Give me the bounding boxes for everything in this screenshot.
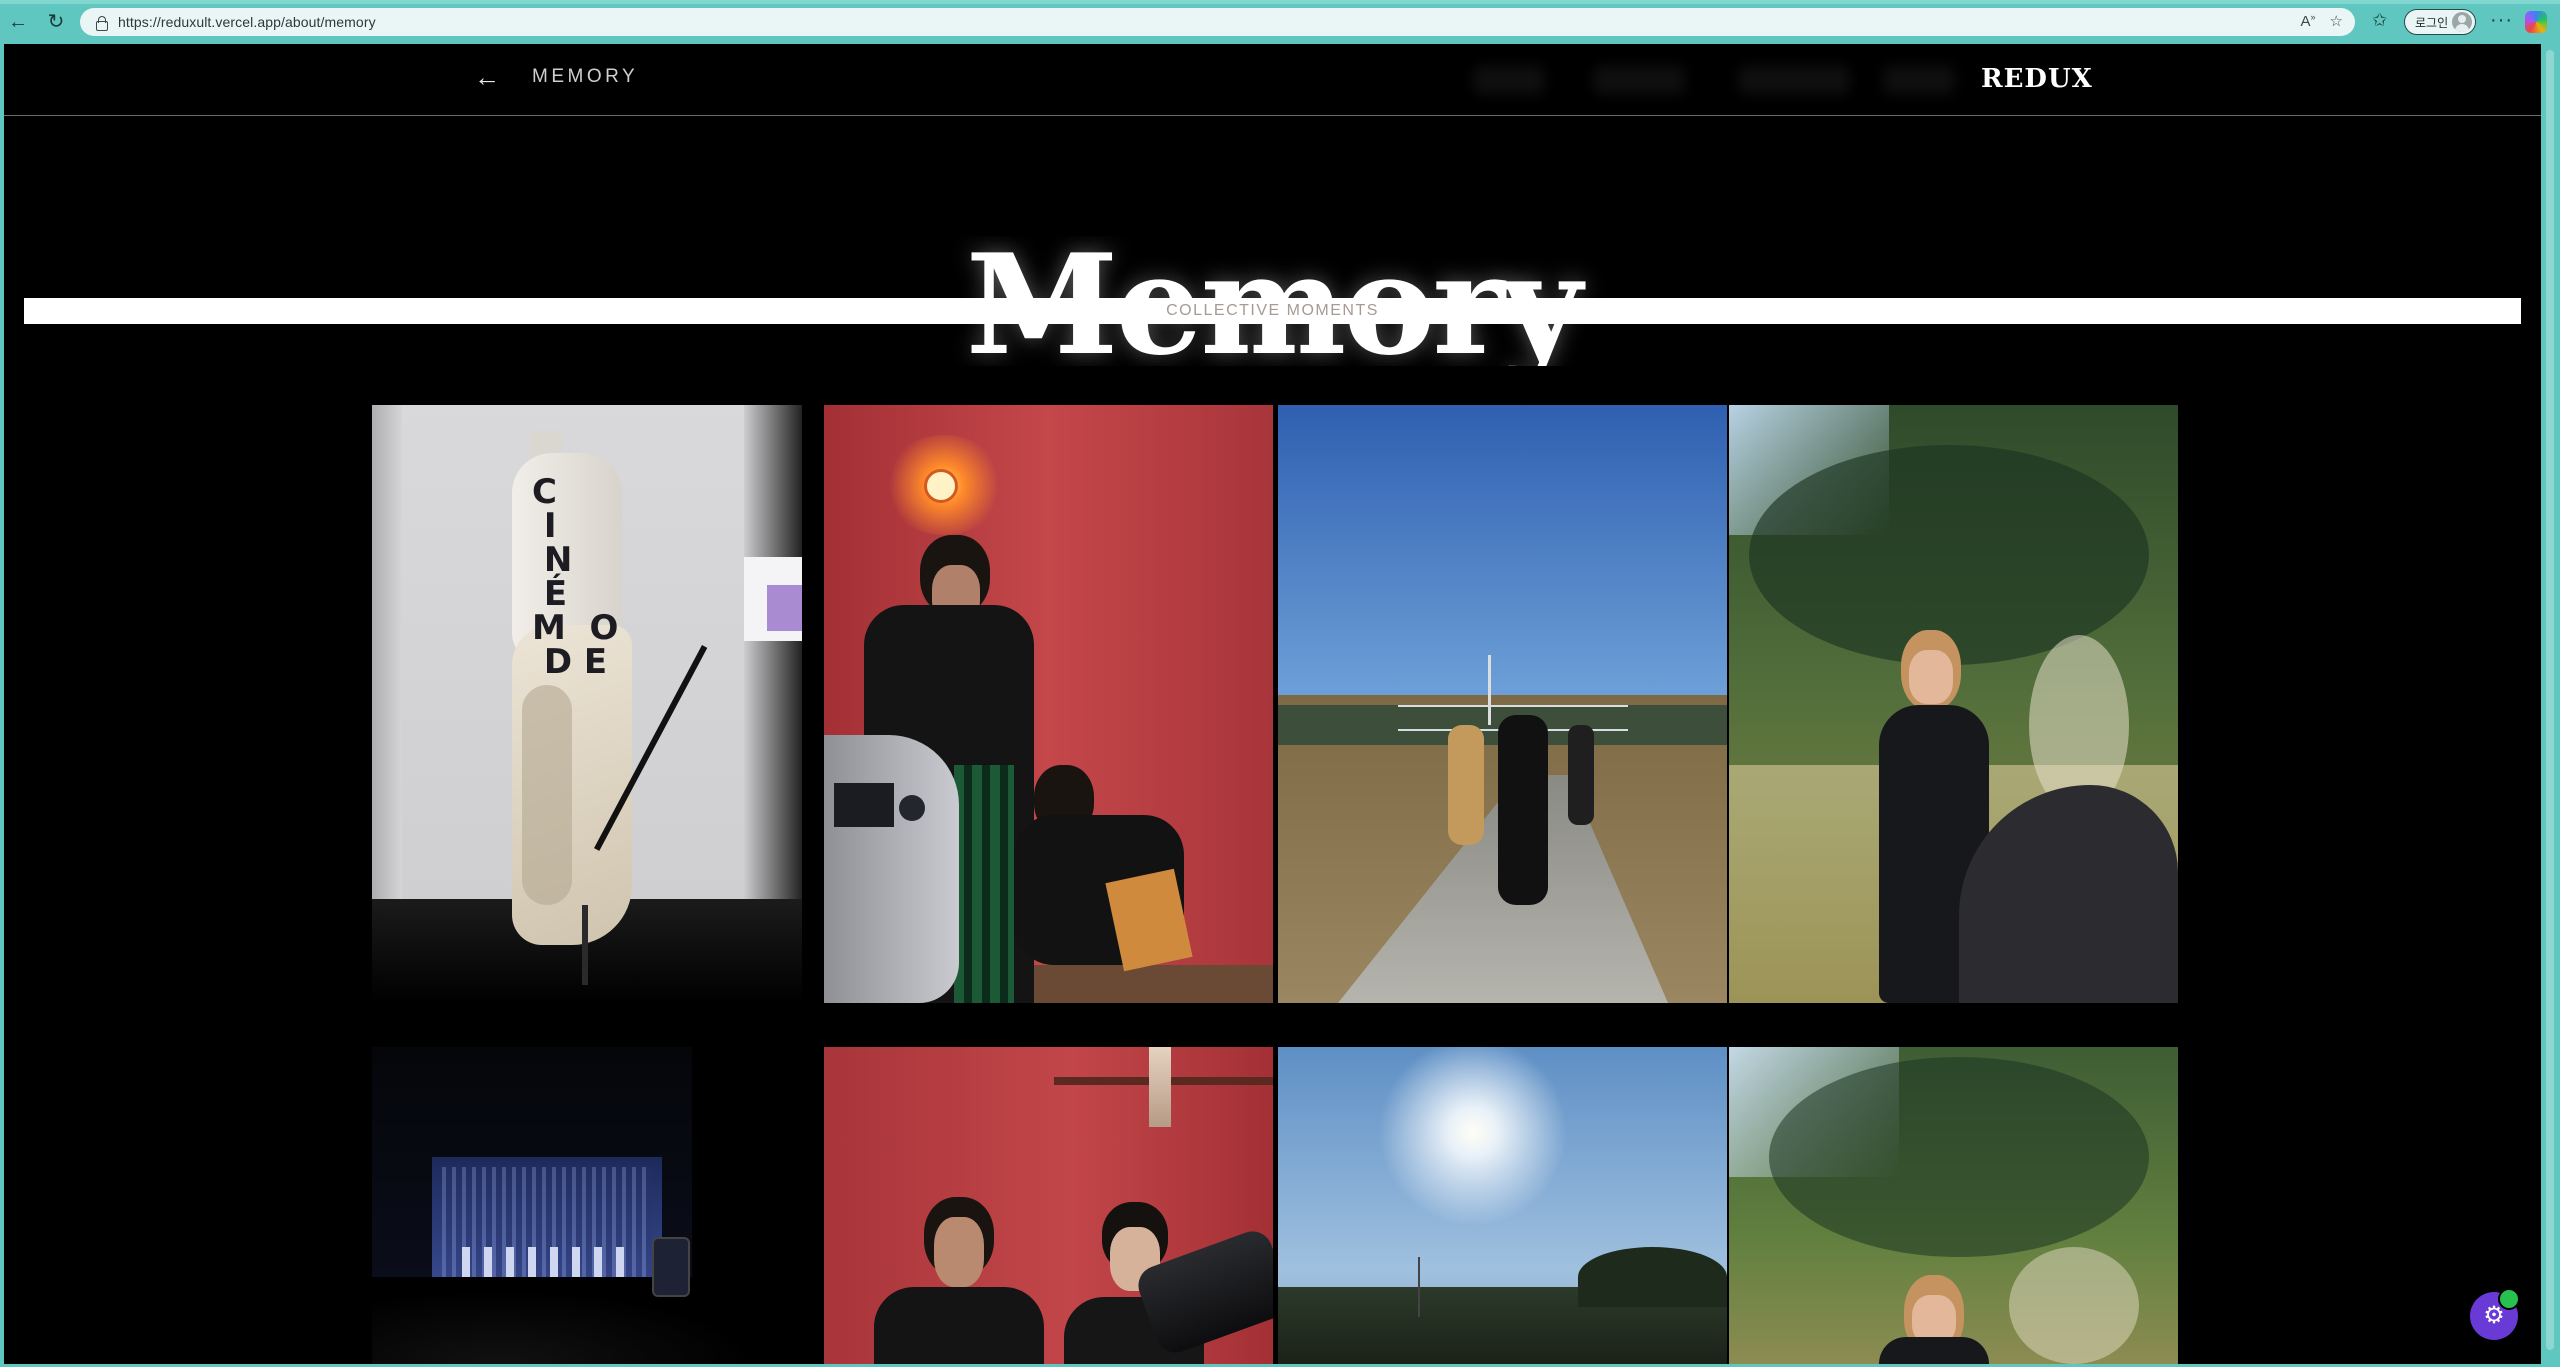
page-label: MEMORY (532, 66, 639, 87)
page-subtitle: COLLECTIVE MOMENTS (1166, 302, 1379, 319)
mannequin-lettering: C I N ÉM O D E (532, 472, 619, 682)
back-arrow-icon: ← (8, 11, 28, 33)
avatar-icon (2452, 12, 2472, 32)
photo-woman-in-grass[interactable] (1729, 405, 2178, 1003)
nav-link-blurred-3[interactable] (1739, 66, 1849, 94)
brand-logo[interactable]: REDUX (1981, 64, 2093, 94)
tab-strip-edge (0, 0, 2560, 4)
photo-woman-under-pine[interactable] (1729, 1047, 2178, 1364)
address-url[interactable]: https://reduxult.vercel.app/about/memory (118, 14, 376, 30)
nav-link-blurred-2[interactable] (1594, 66, 1684, 94)
photo-red-room-models[interactable] (824, 405, 1273, 1003)
copilot-icon[interactable] (2525, 11, 2547, 33)
site-info-icon[interactable] (94, 15, 108, 31)
subtitle-band: COLLECTIVE MOMENTS (24, 298, 2521, 324)
photo-sun-sky-field[interactable] (1278, 1047, 1727, 1364)
photo-road-walk[interactable] (1278, 405, 1727, 1003)
back-arrow-icon[interactable]: ← (474, 64, 500, 90)
photo-stage-performance[interactable] (372, 1047, 802, 1364)
scrollbar-thumb[interactable] (2546, 50, 2554, 1350)
browser-toolbar: ← ↻ https://reduxult.vercel.app/about/me… (0, 0, 2560, 44)
photo-mannequin-dress[interactable]: C I N ÉM O D E (372, 405, 802, 1003)
read-aloud-icon[interactable]: A» (2301, 12, 2316, 30)
login-label: 로그인 (2415, 15, 2449, 30)
profile-login-button[interactable]: 로그인 (2404, 9, 2476, 35)
address-bar-actions: A» ☆ (2301, 12, 2343, 30)
address-bar[interactable]: https://reduxult.vercel.app/about/memory… (80, 8, 2355, 36)
page-viewport: ← MEMORY REDUX Memory COLLECTIVE MOMENTS… (4, 44, 2541, 1364)
status-dot (2498, 1288, 2520, 1310)
nav-link-blurred-1[interactable] (1474, 66, 1544, 94)
nav-link-blurred-4[interactable] (1884, 66, 1954, 94)
page-scrollbar[interactable] (2543, 44, 2557, 1364)
reload-icon: ↻ (47, 11, 65, 33)
back-button[interactable]: ← (6, 10, 30, 34)
favorite-star-icon[interactable]: ☆ (2330, 12, 2343, 30)
settings-fab[interactable]: ⚙ (2470, 1288, 2520, 1340)
photo-red-room-photographers[interactable] (824, 1047, 1273, 1364)
site-header: ← MEMORY REDUX (4, 44, 2541, 116)
reload-button[interactable]: ↻ (44, 10, 68, 34)
favorites-icon[interactable]: ✩ (2372, 10, 2387, 31)
more-menu-icon[interactable]: ··· (2490, 9, 2513, 32)
